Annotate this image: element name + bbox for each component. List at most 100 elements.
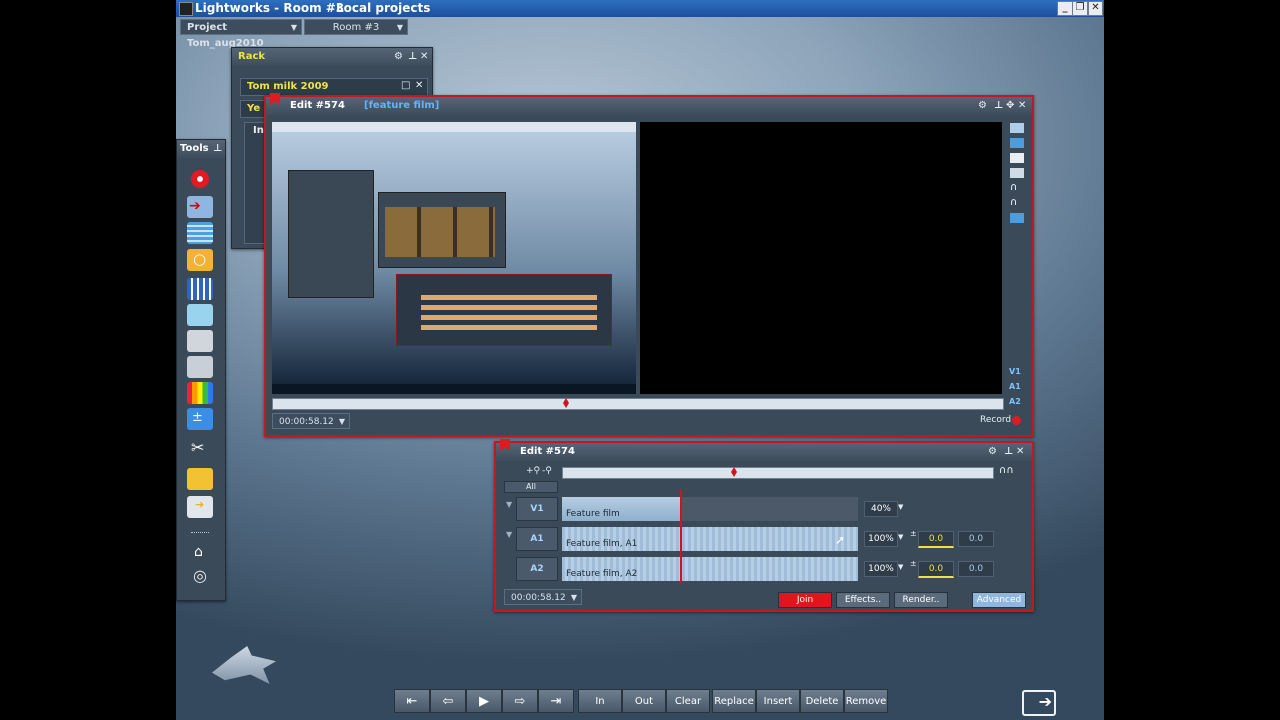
close-icon[interactable]: ✕ [1016,446,1024,457]
grid-tool-icon[interactable] [187,278,213,300]
color-bars-icon[interactable] [187,382,213,404]
step-back-button[interactable]: ⇦ [430,689,466,713]
project-selector[interactable]: Project Tom_aug2010 ▼ [180,19,302,49]
exit-icon[interactable]: ➔ [1022,690,1056,716]
effects-tool-icon[interactable]: ✂ [187,438,213,460]
pin-icon[interactable]: ⊥ [994,100,1003,111]
record-tool-icon[interactable] [187,168,213,190]
zoom-in-icon[interactable]: +⚲ [526,466,540,476]
export-tool-icon[interactable]: ➔ [187,496,213,518]
pin-icon[interactable]: ⊥ [213,143,222,154]
layers-icon[interactable] [1010,168,1024,178]
fingerprint-icon[interactable]: ◎ [187,566,213,588]
replace-button[interactable]: Replace [712,689,756,713]
delete-button[interactable]: Delete [800,689,844,713]
close-button[interactable]: ✕ [1088,1,1103,16]
gain-field[interactable]: 0.0 [918,561,954,578]
effects-button[interactable]: Effects.. [836,592,890,608]
join-button[interactable]: Join [778,592,832,608]
upload-icon[interactable] [1010,213,1024,223]
chevron-down-icon[interactable]: ▼ [898,503,903,511]
loop-icon[interactable]: ∩∩ [999,465,1014,476]
track-header-v1[interactable]: V1 [516,497,558,521]
mark-in-button[interactable]: In [578,689,622,713]
home-icon[interactable]: ⌂ [187,542,213,564]
timecode-display[interactable]: 00:00:58.12 ▼ [504,589,582,605]
gain-field[interactable]: 0.0 [918,531,954,548]
level-field[interactable]: 100% [864,531,898,547]
settings-icon[interactable]: ⚙ [978,100,987,111]
pan-field[interactable]: 0.0 [958,531,994,547]
bin-tool-icon[interactable] [187,304,213,326]
room-selector[interactable]: Room #3 ▼ [304,19,408,35]
video-clip[interactable]: Feature film [562,497,858,521]
zoom-out-icon[interactable]: -⚲ [542,466,552,476]
minimize-button[interactable]: _ [1057,1,1073,16]
track-a1-label[interactable]: A1 [1009,382,1021,391]
render-button[interactable]: Render.. [894,592,948,608]
maximize-button[interactable]: ❐ [1072,1,1088,16]
pin-icon[interactable]: ⊥ [408,51,417,62]
clear-button[interactable]: Clear [666,689,710,713]
track-v1-label[interactable]: V1 [1009,367,1021,376]
audio-clip[interactable]: Feature film, A1 [562,527,858,551]
level-field[interactable]: 100% [864,561,898,577]
go-to-end-button[interactable]: ⇥ [538,689,574,713]
settings-icon[interactable]: ⚙ [394,51,403,62]
playhead-marker[interactable] [563,398,569,408]
track-a2-label[interactable]: A2 [1009,397,1021,406]
remove-button[interactable]: Remove [844,689,888,713]
loop-icon[interactable]: ∩ [1010,198,1024,208]
folder-icon[interactable] [1010,123,1024,133]
close-icon[interactable]: ✕ [420,51,428,62]
mark-out-button[interactable]: Out [622,689,666,713]
move-icon[interactable]: ✥ [1006,100,1014,111]
timeline-header[interactable]: Edit #574 ⚙ ⊥ ✕ [496,439,1032,461]
track-label: A1 [530,534,544,544]
scrub-bar[interactable] [272,398,1004,410]
import-tool-icon[interactable]: ➔ [187,196,213,218]
playhead-line[interactable] [680,489,682,583]
expand-icon[interactable]: ▼ [506,500,512,509]
rack-header[interactable]: Rack ⚙ ⊥ ✕ [232,48,432,66]
track-header-a1[interactable]: A1 [516,527,558,551]
chevron-down-icon[interactable]: ▼ [898,533,903,541]
track-header-a2[interactable]: A2 [516,557,558,581]
list-icon[interactable] [1010,138,1024,148]
viewer-header[interactable]: Edit #574 [feature film] ⚙ ⊥ ✥ ✕ [266,93,1032,115]
search-tool-icon[interactable]: ○ [187,249,213,271]
record-monitor[interactable] [640,122,1002,394]
keyboard-tool-icon[interactable] [187,356,213,378]
pan-field[interactable]: 0.0 [958,561,994,577]
maximize-icon[interactable]: □ [401,80,410,91]
step-forward-button[interactable]: ⇨ [502,689,538,713]
timeline-scroll-bar[interactable] [562,467,994,479]
chevron-down-icon[interactable]: ▼ [898,563,903,571]
print-tool-icon[interactable] [187,330,213,352]
thumbnail-panel [288,170,374,298]
sequence-tool-icon[interactable] [187,222,213,244]
audio-clip[interactable]: Feature film, A2 [562,557,858,581]
loop-icon[interactable]: ∩ [1010,183,1024,193]
rack-item[interactable]: Tom milk 2009 □ ✕ [240,78,428,96]
keyframe-icon[interactable]: ± [910,529,917,538]
all-tracks-button[interactable]: All [504,481,558,493]
play-button[interactable]: ▶ [466,689,502,713]
mixer-tool-icon[interactable] [187,468,213,490]
record-indicator-icon[interactable] [1012,416,1021,425]
advanced-button[interactable]: Advanced [972,592,1026,608]
close-icon[interactable]: ✕ [1018,100,1026,111]
playhead-marker[interactable] [731,467,737,477]
go-to-start-button[interactable]: ⇤ [394,689,430,713]
window-icon[interactable] [1010,153,1024,163]
close-icon[interactable]: ✕ [415,80,423,91]
keyframe-icon[interactable]: ± [910,559,917,568]
insert-button[interactable]: Insert [756,689,800,713]
settings-icon[interactable]: ⚙ [988,446,997,457]
pin-icon[interactable]: ⊥ [1004,446,1013,457]
calculator-icon[interactable]: ± [187,408,213,430]
level-field[interactable]: 40% [864,501,898,517]
timecode-display[interactable]: 00:00:58.12 ▼ [272,413,350,429]
expand-icon[interactable]: ▼ [506,530,512,539]
source-monitor[interactable] [272,122,636,394]
